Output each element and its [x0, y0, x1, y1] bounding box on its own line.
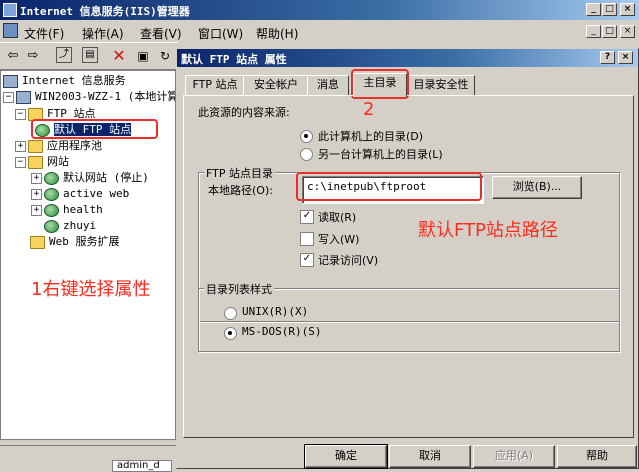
minimize-button[interactable]: _: [586, 3, 601, 16]
browse-button[interactable]: 浏览(B)...: [492, 176, 582, 199]
local-path-label: 本地路径(O):: [208, 184, 273, 197]
close-button[interactable]: ×: [620, 3, 635, 16]
window-title: Internet 信息服务(IIS)管理器: [20, 5, 190, 18]
computer-icon: [16, 90, 31, 104]
dialog-titlebar: 默认 FTP 站点 属性 ? ×: [177, 49, 638, 67]
folder-icon: [28, 155, 43, 169]
read-label[interactable]: 读取(R): [318, 209, 356, 225]
content-source-label: 此资源的内容来源:: [198, 106, 290, 119]
website-icon: [44, 203, 59, 217]
tree-websites[interactable]: − 网站: [15, 155, 69, 169]
tab-ftp-site[interactable]: FTP 站点: [185, 75, 245, 96]
collapse-icon[interactable]: −: [15, 156, 26, 168]
menu-file[interactable]: 文件(F): [24, 25, 64, 42]
menu-view[interactable]: 查看(V): [140, 25, 182, 42]
log-visits-checkbox[interactable]: ✓: [300, 253, 314, 267]
tree-site-default-web[interactable]: + 默认网站 (停止): [31, 171, 149, 185]
cancel-button[interactable]: 取消: [389, 445, 471, 468]
forward-icon[interactable]: ⇨: [24, 47, 42, 65]
tab-home-directory[interactable]: 主目录: [353, 73, 407, 97]
refresh-icon[interactable]: ↻: [156, 47, 174, 65]
highlight-local-path: [296, 172, 482, 201]
expand-icon[interactable]: +: [31, 188, 42, 200]
iis-icon: [3, 74, 18, 88]
radio-share-directory[interactable]: [300, 148, 313, 161]
radio-unix-label[interactable]: UNIX(R)(X): [242, 305, 308, 318]
taskbar-item[interactable]: admin_d: [112, 460, 172, 472]
radio-local-directory[interactable]: [300, 130, 313, 143]
help-button[interactable]: 帮助: [557, 445, 637, 468]
highlight-default-ftp: [31, 119, 158, 139]
log-visits-label[interactable]: 记录访问(V): [318, 252, 378, 268]
website-icon: [44, 219, 59, 233]
tree-server[interactable]: −WIN2003-WZZ-1 (本地计算机): [3, 90, 175, 104]
expand-icon[interactable]: +: [15, 140, 26, 152]
tree-site-health[interactable]: + health: [31, 203, 103, 217]
home-directory-panel: 此资源的内容来源: 此计算机上的目录(D) 另一台计算机上的目录(L) FTP …: [183, 95, 634, 438]
tree-site-active-web[interactable]: + active web: [31, 187, 129, 201]
properties-icon[interactable]: ▣: [134, 47, 152, 65]
inner-restore-button[interactable]: □: [602, 25, 617, 38]
tree-web-extensions[interactable]: Web 服务扩展: [30, 235, 120, 249]
tab-messages[interactable]: 消息: [307, 75, 349, 96]
radio-unix[interactable]: [224, 307, 237, 320]
expand-icon[interactable]: +: [31, 172, 42, 184]
annotation-path-note: 默认FTP站点路径: [418, 220, 558, 241]
menu-system-icon[interactable]: [3, 23, 18, 38]
folder-icon: [30, 235, 45, 249]
ftp-dir-group-caption: FTP 站点目录: [204, 165, 275, 181]
website-icon: [44, 187, 59, 201]
expand-icon[interactable]: +: [31, 204, 42, 216]
apply-button[interactable]: 应用(A): [473, 445, 555, 468]
show-tree-icon[interactable]: ▤: [82, 47, 98, 63]
up-folder-icon[interactable]: ⤴: [56, 47, 72, 63]
tree-panel: Internet 信息服务 −WIN2003-WZZ-1 (本地计算机) −FT…: [0, 70, 176, 440]
tree-site-zhuyi[interactable]: zhuyi: [44, 219, 96, 233]
radio-share-label[interactable]: 另一台计算机上的目录(L): [318, 146, 443, 162]
dialog-close-button[interactable]: ×: [618, 51, 633, 64]
annotation-step1: 1右键选择属性: [31, 279, 151, 300]
delete-icon[interactable]: ✕: [110, 47, 128, 65]
write-checkbox[interactable]: [300, 232, 314, 246]
write-label[interactable]: 写入(W): [318, 231, 359, 247]
website-icon: [44, 171, 59, 185]
tab-directory-security[interactable]: 目录安全性: [407, 75, 475, 96]
menu-help[interactable]: 帮助(H): [256, 25, 298, 42]
tab-security-accounts[interactable]: 安全帐户: [243, 75, 309, 96]
folder-icon: [28, 139, 43, 153]
listing-style-caption: 目录列表样式: [204, 281, 274, 297]
dialog-help-button[interactable]: ?: [600, 51, 615, 64]
inner-minimize-button[interactable]: _: [586, 25, 601, 38]
menu-window[interactable]: 窗口(W): [198, 25, 243, 42]
iis-app-icon: [3, 3, 17, 17]
tree-app-pools[interactable]: + 应用程序池: [15, 139, 102, 153]
collapse-icon[interactable]: −: [15, 108, 26, 120]
properties-dialog: 默认 FTP 站点 属性 ? × FTP 站点 安全帐户 消息 主目录 目录安全…: [176, 48, 639, 469]
back-icon[interactable]: ⇦: [4, 47, 22, 65]
menubar: 文件(F) 操作(A) 查看(V) 窗口(W) 帮助(H) _ □ ×: [0, 21, 639, 41]
inner-close-button[interactable]: ×: [620, 25, 635, 38]
read-checkbox[interactable]: ✓: [300, 210, 314, 224]
radio-local-label[interactable]: 此计算机上的目录(D): [318, 128, 423, 144]
radio-msdos[interactable]: [224, 327, 237, 340]
maximize-button[interactable]: □: [602, 3, 617, 16]
ok-button[interactable]: 确定: [304, 444, 388, 469]
toolbar: ⇦ ⇨ ⤴ ▤ ✕ ▣ ↻: [0, 42, 178, 70]
collapse-icon[interactable]: −: [3, 91, 14, 103]
listing-style-group: [198, 288, 620, 352]
dialog-title: 默认 FTP 站点 属性: [181, 53, 287, 66]
menu-action[interactable]: 操作(A): [82, 25, 124, 42]
radio-msdos-label[interactable]: MS-DOS(R)(S): [242, 325, 321, 338]
main-titlebar: Internet 信息服务(IIS)管理器 _ □ ×: [0, 0, 639, 20]
tree-root[interactable]: Internet 信息服务: [3, 74, 126, 88]
